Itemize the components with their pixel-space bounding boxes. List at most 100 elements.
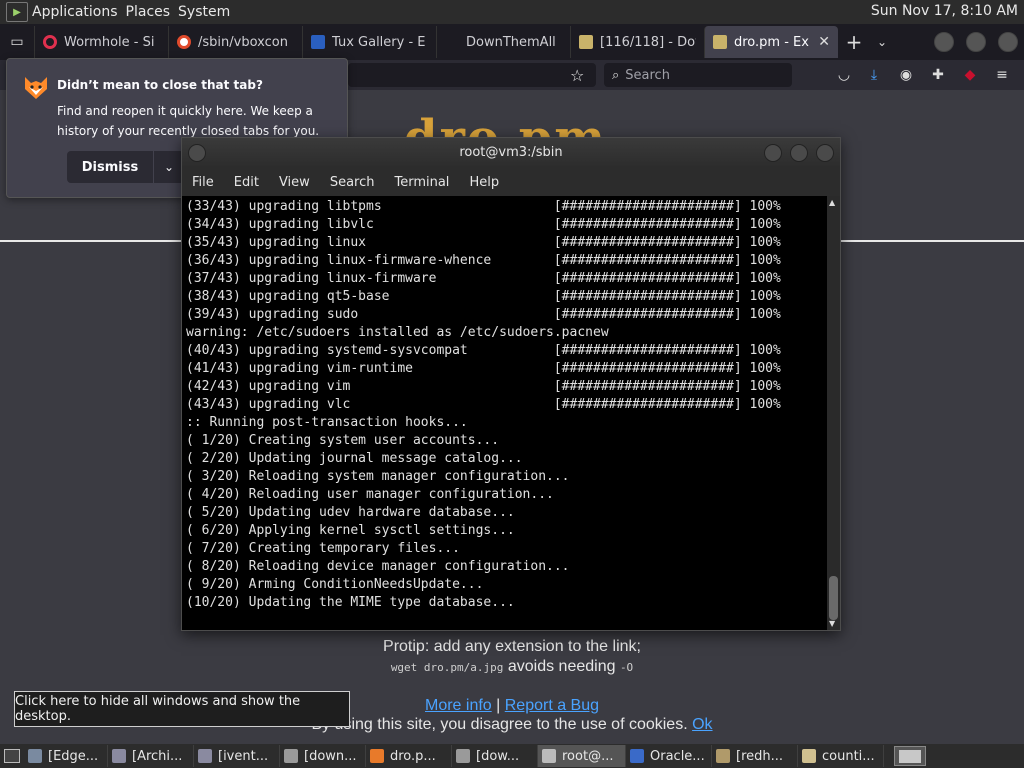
terminal-close-button[interactable]	[816, 144, 834, 162]
scroll-up-arrow-icon[interactable]: ▲	[829, 198, 835, 207]
taskbar-item[interactable]: [ivent...	[194, 745, 280, 767]
terminal-menubar: File Edit View Search Terminal Help	[182, 168, 840, 196]
tab-overview-icon[interactable]: ▭	[0, 24, 34, 60]
close-window-button[interactable]	[998, 32, 1018, 52]
folder-icon	[456, 749, 470, 763]
terminal-menu-terminal[interactable]: Terminal	[394, 175, 449, 190]
tab-downthemall[interactable]: DownThemAll	[436, 26, 570, 58]
scroll-down-arrow-icon[interactable]: ▼	[829, 619, 835, 628]
taskbar-item[interactable]: dro.p...	[366, 745, 452, 767]
extensions-icon[interactable]: ✚	[928, 65, 948, 85]
terminal-scrollbar[interactable]: ▲ ▼	[827, 196, 840, 630]
show-desktop-button[interactable]	[0, 745, 24, 767]
new-tab-button[interactable]: +	[838, 30, 870, 54]
cookie-ok-link[interactable]: Ok	[692, 716, 712, 733]
tab-dro-pm[interactable]: dro.pm - Ex ✕	[704, 26, 838, 58]
downthemall-icon	[445, 35, 459, 49]
tab-label: Wormhole - Si	[64, 34, 155, 50]
taskbar-item-label: counti...	[822, 748, 875, 764]
list-tabs-chevron-icon[interactable]: ⌄	[870, 35, 894, 49]
system-menu[interactable]: System	[178, 4, 238, 20]
taskbar-item-label: [Edge...	[48, 748, 99, 764]
firefox-icon	[370, 749, 384, 763]
taskbar-item[interactable]: Oracle...	[626, 745, 712, 767]
protip-code: wget dro.pm/a.jpg	[390, 661, 504, 674]
tab-downloads[interactable]: [116/118] - Dov	[570, 26, 704, 58]
terminal-line: (33/43) upgrading libtpms [#############…	[186, 199, 781, 214]
tab-wormhole[interactable]: Wormhole - Si	[34, 26, 168, 58]
pocket-icon[interactable]: ◡	[834, 65, 854, 85]
terminal-line: (37/43) upgrading linux-firmware [######…	[186, 271, 781, 286]
document-icon	[802, 749, 816, 763]
search-placeholder: Search	[625, 67, 670, 83]
downloads-icon[interactable]: ⤓	[864, 65, 884, 85]
dismiss-options-chevron-icon[interactable]: ⌄	[154, 151, 184, 183]
search-icon: ⌕	[612, 67, 620, 83]
terminal-menu-edit[interactable]: Edit	[234, 175, 259, 190]
terminal-menu-search[interactable]: Search	[330, 175, 375, 190]
protip-line: Protip: add any extension to the link;	[383, 638, 641, 655]
taskbar-item[interactable]: root@...	[538, 745, 626, 767]
ublock-icon[interactable]: ◆	[960, 65, 980, 85]
terminal-output[interactable]: (33/43) upgrading libtpms [#############…	[186, 198, 826, 628]
account-icon[interactable]: ◉	[896, 65, 916, 85]
more-info-link[interactable]: More info	[425, 697, 492, 714]
terminal-window[interactable]: root@vm3:/sbin File Edit View Search Ter…	[181, 137, 841, 631]
terminal-line: ( 3/20) Reloading system manager configu…	[186, 469, 570, 484]
taskbar-item[interactable]: [redh...	[712, 745, 798, 767]
tab-tux-gallery[interactable]: Tux Gallery - E	[302, 26, 436, 58]
link-separator: |	[491, 697, 505, 714]
app-launcher-icon[interactable]: ▶	[6, 2, 28, 22]
redhat-icon	[716, 749, 730, 763]
terminal-menu-file[interactable]: File	[192, 175, 214, 190]
dismiss-button[interactable]: Dismiss	[67, 151, 153, 183]
url-bar[interactable]	[348, 63, 596, 87]
minimize-window-button[interactable]	[934, 32, 954, 52]
bookmark-star-icon[interactable]: ☆	[570, 66, 584, 85]
virtualbox-icon	[630, 749, 644, 763]
terminal-maximize-button[interactable]	[790, 144, 808, 162]
taskbar-item[interactable]: [Archi...	[108, 745, 194, 767]
edge-window-icon	[28, 749, 42, 763]
taskbar-item-label: [dow...	[476, 748, 520, 764]
terminal-minimize-button[interactable]	[764, 144, 782, 162]
archive-icon	[112, 749, 126, 763]
terminal-titlebar[interactable]: root@vm3:/sbin	[182, 138, 840, 168]
terminal-line: (39/43) upgrading sudo [################…	[186, 307, 781, 322]
places-menu[interactable]: Places	[126, 4, 179, 20]
taskbar-item[interactable]: [Edge...	[24, 745, 108, 767]
maximize-window-button[interactable]	[966, 32, 986, 52]
tab-strip: ▭ Wormhole - Si /sbin/vboxcon Tux Galler…	[0, 24, 1024, 60]
terminal-line: ( 5/20) Updating udev hardware database.…	[186, 505, 515, 520]
panel-title: Didn’t mean to close that tab?	[57, 78, 263, 92]
search-input[interactable]: ⌕ Search	[604, 63, 792, 87]
taskbar-item[interactable]: [dow...	[452, 745, 538, 767]
taskbar-item-label: Oracle...	[650, 748, 705, 764]
terminal-line: ( 2/20) Updating journal message catalog…	[186, 451, 523, 466]
terminal-line: ( 6/20) Applying kernel sysctl settings.…	[186, 523, 515, 538]
taskbar-item[interactable]: counti...	[798, 745, 884, 767]
terminal-title: root@vm3:/sbin	[459, 145, 563, 160]
taskbar-item[interactable]: [down...	[280, 745, 366, 767]
terminal-line: ( 1/20) Creating system user accounts...	[186, 433, 500, 448]
report-bug-link[interactable]: Report a Bug	[505, 697, 599, 714]
taskbar-item-label: [Archi...	[132, 748, 183, 764]
tab-vboxcon[interactable]: /sbin/vboxcon	[168, 26, 302, 58]
inventory-icon	[198, 749, 212, 763]
scrollbar-thumb[interactable]	[829, 576, 838, 620]
applications-menu[interactable]: Applications	[32, 4, 126, 20]
terminal-menu-view[interactable]: View	[279, 175, 310, 190]
firefox-fox-icon	[25, 77, 47, 99]
taskbar-item-label: [redh...	[736, 748, 784, 764]
terminal-line: (36/43) upgrading linux-firmware-whence …	[186, 253, 781, 268]
terminal-menu-help[interactable]: Help	[469, 175, 499, 190]
wormhole-icon	[43, 35, 57, 49]
taskbar-item-label: root@...	[562, 748, 614, 764]
top-panel: ▶ Applications Places System Sun Nov 17,…	[0, 0, 1024, 24]
clock[interactable]: Sun Nov 17, 8:10 AM	[871, 3, 1018, 19]
terminal-line: (10/20) Updating the MIME type database.…	[186, 595, 515, 610]
chrome-icon	[177, 35, 191, 49]
close-tab-icon[interactable]: ✕	[818, 34, 830, 50]
workspace-switcher[interactable]	[894, 746, 926, 766]
hamburger-menu-icon[interactable]: ≡	[992, 65, 1012, 85]
